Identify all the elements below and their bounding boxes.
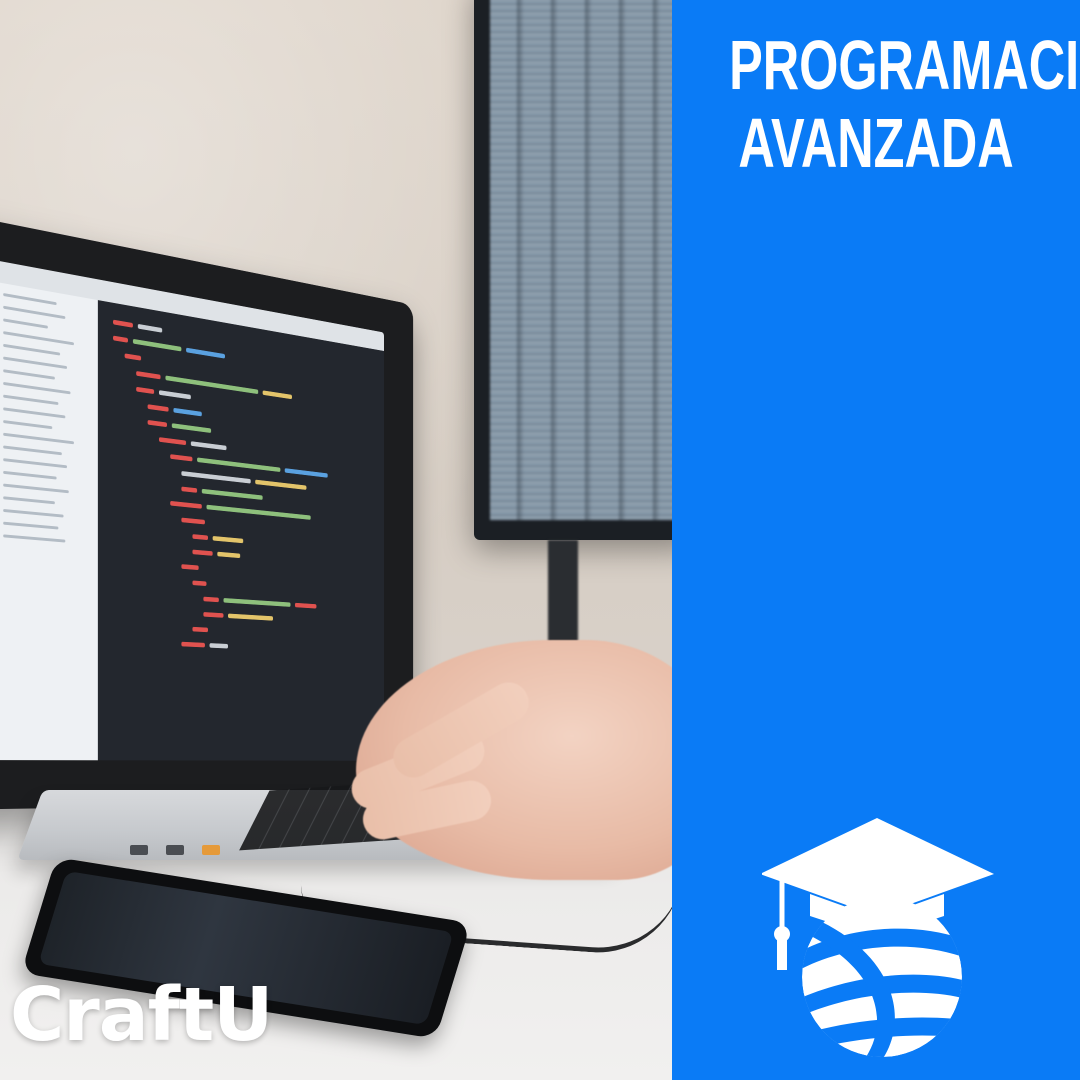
course-banner: CraftU PROGRAMACION AVANZADA [0, 0, 1080, 1080]
course-title-line-1: PROGRAMACION [729, 26, 1080, 104]
laptop-screen [0, 259, 385, 761]
course-title: PROGRAMACION AVANZADA [729, 26, 1080, 182]
title-panel: PROGRAMACION AVANZADA [672, 0, 1080, 1080]
graduation-cap-globe-icon [762, 818, 994, 1057]
brand-logo-text: CraftU [10, 972, 273, 1058]
laptop-ports [130, 842, 330, 862]
course-title-line-2: AVANZADA [738, 104, 1014, 182]
globe [802, 897, 962, 1057]
tassel-end [777, 938, 787, 970]
editor-code [101, 301, 384, 761]
laptop-coding-photo: CraftU [0, 0, 672, 1080]
laptop-lid [0, 210, 414, 810]
editor-file-tree [0, 281, 98, 761]
